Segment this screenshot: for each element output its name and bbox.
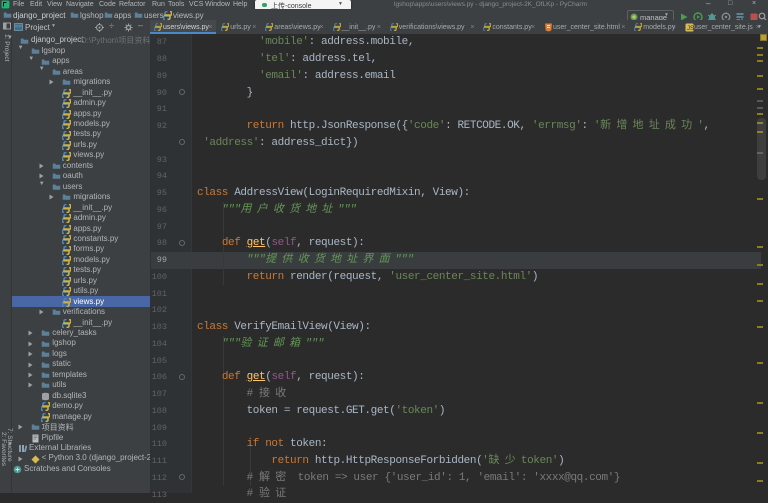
svg-text:JS: JS: [687, 26, 694, 32]
